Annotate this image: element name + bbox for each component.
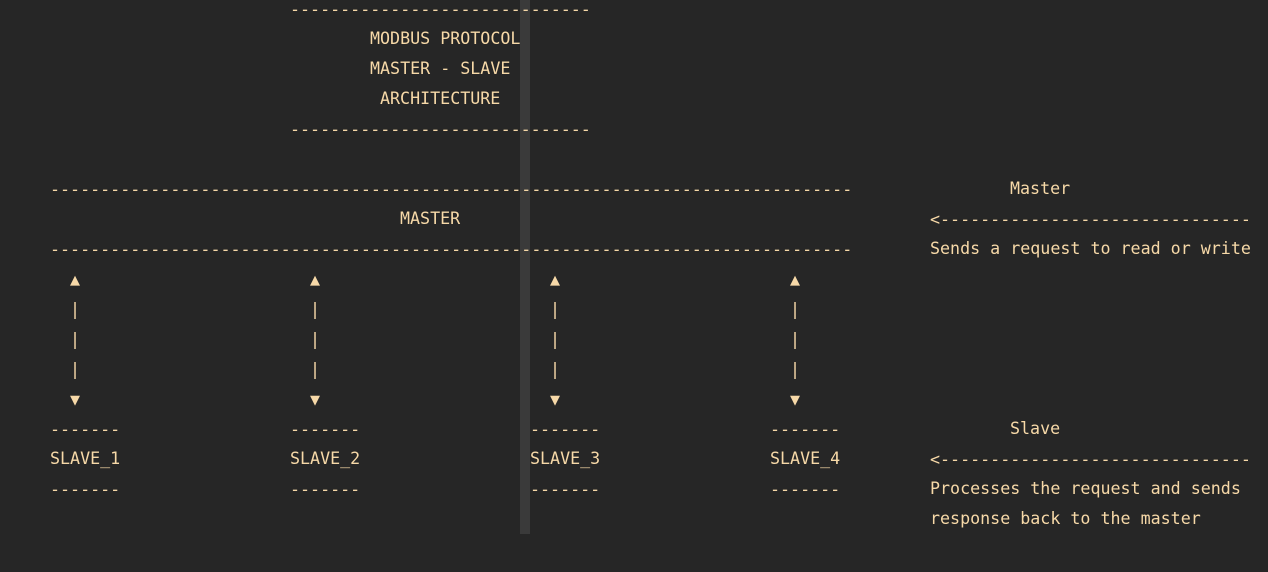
annotation-slave-description-1: Processes the request and sends <box>930 479 1241 498</box>
connector-4-pipe: | <box>790 330 801 349</box>
master-top-rule: ----------------------------------------… <box>50 180 853 199</box>
connector-3-pipe: | <box>550 330 561 349</box>
connector-1-up-arrow-icon: ▲ <box>70 270 81 289</box>
connector-1-down-arrow-icon: ▼ <box>70 390 81 409</box>
annotation-master-title: Master <box>1010 179 1071 198</box>
editor-cursor-column <box>520 0 530 534</box>
connector-1-pipe: | <box>70 300 81 319</box>
connector-3-up-arrow-icon: ▲ <box>550 270 561 289</box>
connector-2-pipe: | <box>310 360 321 379</box>
connector-2-pipe: | <box>310 300 321 319</box>
connector-4-pipe: | <box>790 360 801 379</box>
annotation-master-description: Sends a request to read or write <box>930 239 1251 258</box>
title-line-3: ARCHITECTURE <box>380 89 501 108</box>
slave-4-label: SLAVE_4 <box>770 449 841 468</box>
slave-2-bottom-rule: ------- <box>290 480 361 499</box>
slave-3-bottom-rule: ------- <box>530 480 601 499</box>
title-line-1: MODBUS PROTOCOL <box>370 29 521 48</box>
connector-4-pipe: | <box>790 300 801 319</box>
slave-1-bottom-rule: ------- <box>50 480 121 499</box>
slave-1-label: SLAVE_1 <box>50 449 121 468</box>
connector-3-down-arrow-icon: ▼ <box>550 390 561 409</box>
slave-2-top-rule: ------- <box>290 420 361 439</box>
connector-1-pipe: | <box>70 360 81 379</box>
master-label: MASTER <box>400 209 461 228</box>
connector-3-pipe: | <box>550 300 561 319</box>
connector-2-down-arrow-icon: ▼ <box>310 390 321 409</box>
slave-1-top-rule: ------- <box>50 420 121 439</box>
slave-4-top-rule: ------- <box>770 420 841 439</box>
title-bottom-rule: ------------------------------ <box>290 120 591 139</box>
slave-4-bottom-rule: ------- <box>770 480 841 499</box>
annotation-master-arrow: <------------------------------- <box>930 210 1251 229</box>
connector-4-down-arrow-icon: ▼ <box>790 390 801 409</box>
title-top-rule: ------------------------------ <box>290 0 591 19</box>
connector-2-up-arrow-icon: ▲ <box>310 270 321 289</box>
annotation-slave-description-2: response back to the master <box>930 509 1201 528</box>
slave-3-label: SLAVE_3 <box>530 449 601 468</box>
slave-2-label: SLAVE_2 <box>290 449 361 468</box>
slave-3-top-rule: ------- <box>530 420 601 439</box>
connector-1-pipe: | <box>70 330 81 349</box>
annotation-slave-arrow: <------------------------------- <box>930 450 1251 469</box>
connector-4-up-arrow-icon: ▲ <box>790 270 801 289</box>
title-line-2: MASTER - SLAVE <box>370 59 511 78</box>
connector-2-pipe: | <box>310 330 321 349</box>
master-bottom-rule: ----------------------------------------… <box>50 240 853 259</box>
annotation-slave-title: Slave <box>1010 419 1061 438</box>
connector-3-pipe: | <box>550 360 561 379</box>
